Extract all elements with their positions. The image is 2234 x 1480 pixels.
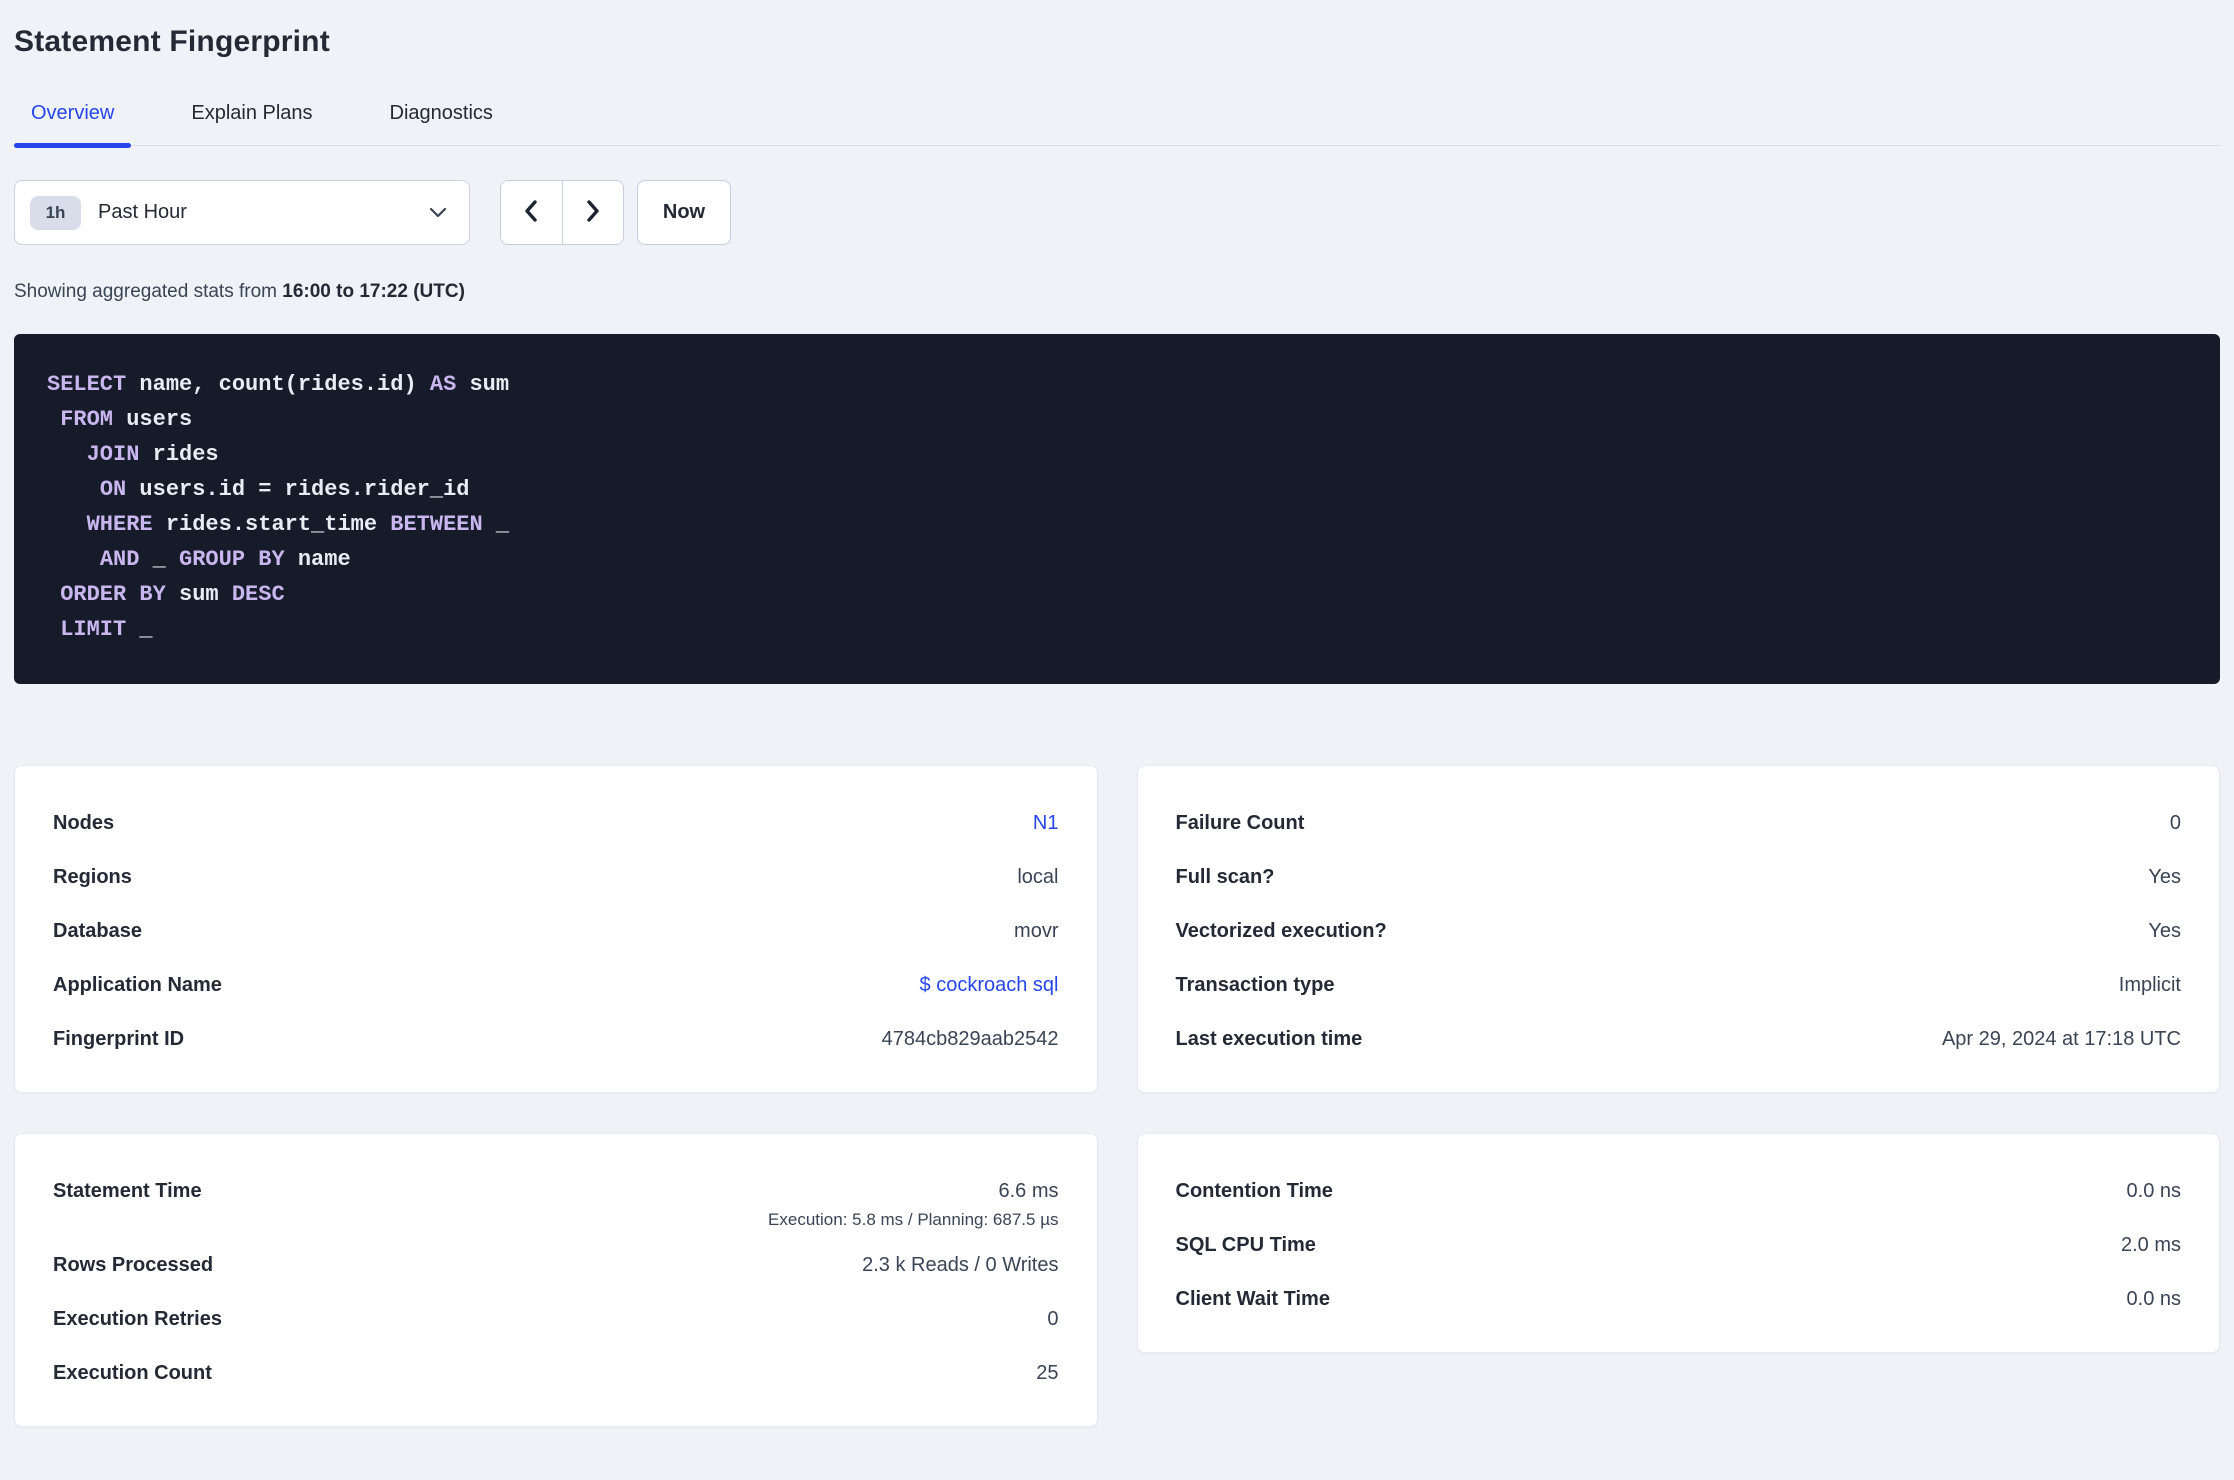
- row-value: Implicit: [2118, 973, 2181, 996]
- row-value: 2.3 k Reads / 0 Writes: [862, 1253, 1059, 1276]
- row-label: Failure Count: [1175, 811, 1305, 834]
- tab-bar: Overview Explain Plans Diagnostics: [14, 84, 2220, 148]
- card-row: Regions local: [53, 850, 1059, 904]
- row-label: Fingerprint ID: [53, 1027, 185, 1050]
- row-sub-value: Execution: 5.8 ms / Planning: 687.5 µs: [768, 1210, 1059, 1229]
- statement-fingerprint-page: Statement Fingerprint Overview Explain P…: [0, 22, 2234, 1427]
- chevron-right-icon: [585, 199, 601, 226]
- card-row: Execution Count 25: [53, 1346, 1059, 1400]
- row-value: 0.0 ns: [2126, 1287, 2181, 1310]
- row-label: Execution Retries: [53, 1307, 222, 1330]
- sql-code-line: AND _ GROUP BY name: [99, 547, 351, 572]
- summary-cards: Nodes N1 Regions local Database movr Applicati…: [14, 765, 2220, 1427]
- aggregated-stats-caption: Showing aggregated stats from 16:00 to 1…: [14, 281, 2220, 303]
- row-value: Yes: [2148, 865, 2181, 888]
- row-label: Transaction type: [1175, 973, 1335, 996]
- row-label: Application Name: [53, 973, 222, 996]
- time-range-stepper: [500, 180, 624, 245]
- card-row: Nodes N1: [53, 796, 1059, 850]
- row-value-link[interactable]: $ cockroach sql: [920, 974, 1059, 997]
- chevron-left-icon: [523, 199, 539, 226]
- row-label: Last execution time: [1175, 1027, 1363, 1050]
- tab-diagnostics[interactable]: Diagnostics: [373, 84, 510, 145]
- time-range-badge: 1h: [30, 195, 81, 230]
- card-row: Failure Count 0: [1176, 796, 2182, 850]
- row-label: Execution Count: [53, 1361, 212, 1384]
- row-value: 2.0 ms: [2120, 1233, 2181, 1256]
- row-value: Yes: [2148, 919, 2181, 942]
- sql-code-line: JOIN rides: [86, 442, 219, 467]
- row-label: Nodes: [53, 811, 115, 834]
- row-label: Vectorized execution?: [1175, 919, 1387, 942]
- row-value: 0: [1047, 1307, 1059, 1330]
- sql-statement-box: SELECT name, count(rides.id) AS sum FROM…: [14, 334, 2220, 684]
- sql-code-line: FROM users: [60, 407, 193, 432]
- card-row: Transaction type Implicit: [1176, 958, 2182, 1012]
- card-row: SQL CPU Time 2.0 ms: [1176, 1218, 2182, 1272]
- card-row: Last execution time Apr 29, 2024 at 17:18…: [1176, 1012, 2182, 1066]
- card-row: Execution Retries 0: [53, 1292, 1059, 1346]
- sql-code-line: SELECT name, count(rides.id) AS sum: [47, 372, 510, 397]
- execution-attributes-card: Failure Count 0 Full scan? Yes Vectorized ex…: [1136, 765, 2220, 1093]
- time-range-dropdown[interactable]: 1h Past Hour: [14, 180, 470, 245]
- card-row: Application Name $ cockroach sql: [53, 958, 1059, 1012]
- row-value: 0.0 ns: [2126, 1179, 2181, 1202]
- card-row: Client Wait Time 0.0 ns: [1176, 1272, 2182, 1326]
- row-label: Database: [53, 919, 142, 942]
- row-value: movr: [1014, 919, 1059, 942]
- row-value: 25: [1036, 1361, 1059, 1384]
- row-label: SQL CPU Time: [1175, 1233, 1316, 1256]
- chevron-down-icon: [429, 207, 447, 218]
- stats-caption-prefix: Showing aggregated stats from: [14, 281, 283, 302]
- time-range-label: Past Hour: [98, 201, 187, 223]
- sql-code-line: LIMIT _: [60, 617, 153, 642]
- row-label: Contention Time: [1175, 1179, 1333, 1202]
- row-value: Apr 29, 2024 at 17:18 UTC: [1941, 1027, 2181, 1050]
- tab-explain-plans[interactable]: Explain Plans: [174, 84, 329, 145]
- row-label: Client Wait Time: [1175, 1287, 1330, 1310]
- card-row: Fingerprint ID 4784cb829aab2542: [53, 1012, 1059, 1066]
- next-time-range-button[interactable]: [562, 181, 623, 244]
- card-row: Database movr: [53, 904, 1059, 958]
- row-label: Rows Processed: [53, 1253, 214, 1276]
- time-controls: 1h Past Hour Now: [14, 180, 2220, 245]
- card-row: Contention Time 0.0 ns: [1176, 1164, 2182, 1218]
- row-value: 6.6 ms: [998, 1179, 1059, 1202]
- now-button[interactable]: Now: [637, 180, 731, 245]
- row-value-link[interactable]: N1: [1033, 812, 1059, 835]
- row-label: Regions: [53, 865, 132, 888]
- row-value: 4784cb829aab2542: [881, 1027, 1059, 1050]
- previous-time-range-button[interactable]: [501, 181, 563, 244]
- tab-overview[interactable]: Overview: [14, 84, 132, 148]
- wait-time-card: Contention Time 0.0 ns SQL CPU Time 2.0 ms C…: [1136, 1133, 2220, 1353]
- row-value: 0: [2169, 811, 2181, 834]
- page-title: Statement Fingerprint: [14, 25, 330, 58]
- card-row: Full scan? Yes: [1176, 850, 2182, 904]
- card-row: Vectorized execution? Yes: [1176, 904, 2182, 958]
- statement-details-card: Nodes N1 Regions local Database movr Applicati…: [14, 765, 1098, 1093]
- statement-timing-card: Statement Time 6.6 ms Execution: 5.8 ms / …: [14, 1133, 1098, 1427]
- stats-caption-range: 16:00 to 17:22 (UTC): [282, 281, 465, 302]
- sql-code-line: ORDER BY sum DESC: [60, 582, 285, 607]
- row-label: Full scan?: [1175, 865, 1275, 888]
- row-label: Statement Time: [53, 1179, 202, 1202]
- row-value: local: [1017, 865, 1059, 888]
- card-row: Rows Processed 2.3 k Reads / 0 Writes: [53, 1238, 1059, 1292]
- sql-code-line: ON users.id = rides.rider_id: [99, 477, 470, 502]
- sql-code-line: WHERE rides.start_time BETWEEN _: [86, 512, 510, 537]
